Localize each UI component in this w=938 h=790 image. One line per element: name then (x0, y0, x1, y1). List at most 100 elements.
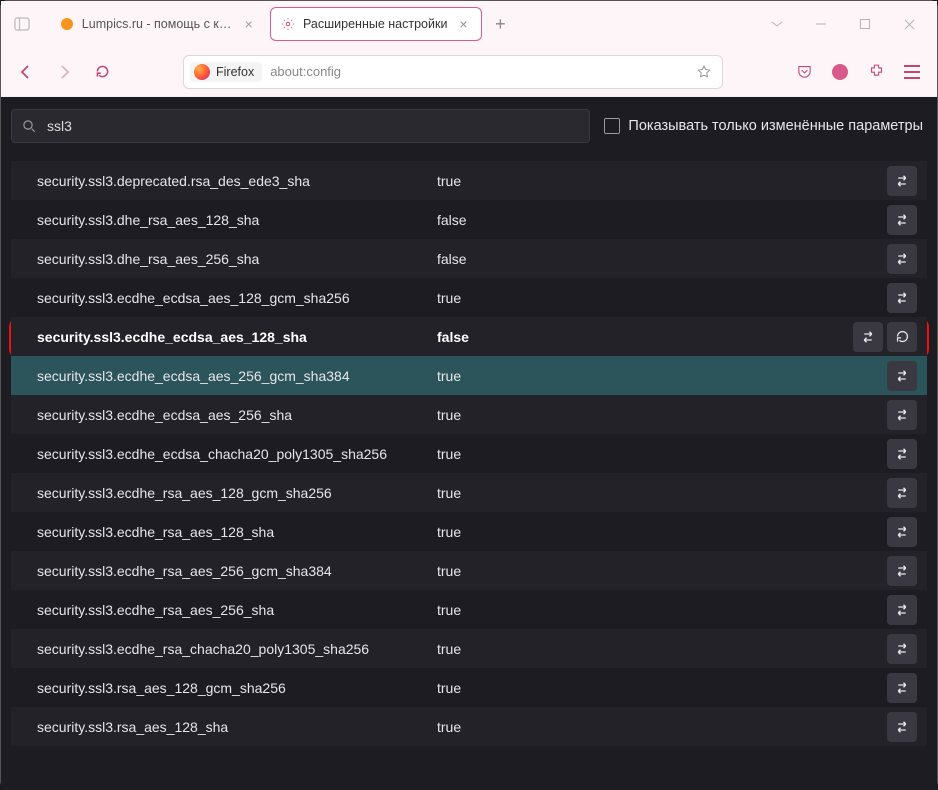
pref-value: true (437, 602, 883, 618)
pref-value: true (437, 524, 883, 540)
tab-config[interactable]: Расширенные настройки × (270, 7, 482, 41)
pref-row[interactable]: security.ssl3.ecdhe_rsa_aes_256_gcm_sha3… (11, 551, 927, 590)
pref-row[interactable]: security.ssl3.dhe_rsa_aes_128_shafalse (11, 200, 927, 239)
search-value: ssl3 (47, 118, 72, 134)
reload-button[interactable] (85, 55, 119, 89)
only-modified-toggle[interactable]: Показывать только изменённые параметры (604, 118, 927, 134)
pref-name: security.ssl3.dhe_rsa_aes_128_sha (37, 212, 437, 228)
pref-name: security.ssl3.ecdhe_ecdsa_aes_256_gcm_sh… (37, 368, 437, 384)
pref-value: true (437, 563, 883, 579)
config-search-input[interactable]: ssl3 (11, 109, 590, 143)
tab-label: Lumpics.ru - помощь с компь (82, 17, 234, 31)
window-minimize-button[interactable] (799, 2, 843, 46)
toggle-button[interactable] (887, 400, 917, 430)
pref-row[interactable]: security.ssl3.dhe_rsa_aes_256_shafalse (11, 239, 927, 278)
pref-name: security.ssl3.ecdhe_ecdsa_aes_128_sha (37, 329, 437, 345)
firefox-badge: Firefox (190, 62, 262, 82)
back-button[interactable] (9, 55, 43, 89)
pref-value: false (437, 329, 849, 345)
toggle-button[interactable] (887, 673, 917, 703)
pref-name: security.ssl3.ecdhe_rsa_chacha20_poly130… (37, 641, 437, 657)
pref-row[interactable]: security.ssl3.ecdhe_rsa_chacha20_poly130… (11, 629, 927, 668)
pref-name: security.ssl3.ecdhe_rsa_aes_128_gcm_sha2… (37, 485, 437, 501)
pref-row[interactable]: security.ssl3.rsa_aes_128_gcm_sha256true (11, 668, 927, 707)
pocket-icon[interactable] (787, 55, 821, 89)
toggle-button[interactable] (887, 634, 917, 664)
pref-name: security.ssl3.rsa_aes_128_gcm_sha256 (37, 680, 437, 696)
window-dropdown-button[interactable] (755, 2, 799, 46)
toggle-button[interactable] (887, 361, 917, 391)
sidebar-toggle-icon[interactable] (7, 9, 37, 39)
window-close-button[interactable] (887, 2, 931, 46)
pref-value: false (437, 251, 883, 267)
pref-name: security.ssl3.deprecated.rsa_des_ede3_sh… (37, 173, 437, 189)
forward-button[interactable] (47, 55, 81, 89)
search-icon (22, 119, 37, 134)
pref-row[interactable]: security.ssl3.ecdhe_ecdsa_aes_256_shatru… (11, 395, 927, 434)
toggle-button[interactable] (887, 517, 917, 547)
titlebar: Lumpics.ru - помощь с компь × Расширенны… (1, 1, 937, 47)
tab-label: Расширенные настройки (303, 17, 447, 31)
toggle-button[interactable] (887, 556, 917, 586)
pref-name: security.ssl3.ecdhe_rsa_aes_256_sha (37, 602, 437, 618)
pref-name: security.ssl3.ecdhe_ecdsa_aes_256_sha (37, 407, 437, 423)
pref-row[interactable]: security.ssl3.ecdhe_rsa_aes_128_shatrue (11, 512, 927, 551)
toolbar-right (787, 55, 929, 89)
peach-favicon-icon (61, 17, 74, 31)
toggle-button[interactable] (887, 283, 917, 313)
pref-row[interactable]: security.ssl3.ecdhe_ecdsa_aes_128_shafal… (11, 317, 927, 356)
pref-name: security.ssl3.rsa_aes_128_sha (37, 719, 437, 735)
pref-value: true (437, 719, 883, 735)
toggle-button[interactable] (887, 244, 917, 274)
toggle-button[interactable] (887, 595, 917, 625)
window-maximize-button[interactable] (843, 2, 887, 46)
firefox-logo-icon (194, 64, 210, 80)
toggle-button[interactable] (853, 322, 883, 352)
pref-row[interactable]: security.ssl3.ecdhe_ecdsa_chacha20_poly1… (11, 434, 927, 473)
only-modified-label: Показывать только изменённые параметры (628, 118, 923, 134)
pref-row[interactable]: security.ssl3.ecdhe_rsa_aes_128_gcm_sha2… (11, 473, 927, 512)
account-badge-icon[interactable] (823, 55, 857, 89)
pref-value: true (437, 407, 883, 423)
menu-icon[interactable] (895, 55, 929, 89)
config-toolbar: ssl3 Показывать только изменённые параме… (11, 109, 927, 143)
toolbar: Firefox about:config (1, 47, 937, 97)
reset-button[interactable] (887, 322, 917, 352)
pref-value: true (437, 368, 883, 384)
bookmark-star-icon[interactable] (694, 62, 714, 82)
pref-value: true (437, 173, 883, 189)
pref-value: true (437, 680, 883, 696)
pref-name: security.ssl3.ecdhe_rsa_aes_128_sha (37, 524, 437, 540)
checkbox-icon (604, 118, 620, 134)
toggle-button[interactable] (887, 166, 917, 196)
pref-name: security.ssl3.ecdhe_ecdsa_chacha20_poly1… (37, 446, 437, 462)
toggle-button[interactable] (887, 439, 917, 469)
tab-lumpics[interactable]: Lumpics.ru - помощь с компь × (51, 7, 266, 41)
pref-value: false (437, 212, 883, 228)
pref-row[interactable]: security.ssl3.ecdhe_rsa_aes_256_shatrue (11, 590, 927, 629)
toggle-button[interactable] (887, 205, 917, 235)
gear-icon (281, 17, 295, 31)
pref-row[interactable]: security.ssl3.rsa_aes_128_shatrue (11, 707, 927, 746)
extensions-icon[interactable] (859, 55, 893, 89)
pref-value: true (437, 290, 883, 306)
pref-row[interactable]: security.ssl3.ecdhe_ecdsa_aes_256_gcm_sh… (11, 356, 927, 395)
close-tab-icon[interactable]: × (241, 16, 256, 32)
pref-name: security.ssl3.ecdhe_rsa_aes_256_gcm_sha3… (37, 563, 437, 579)
toggle-button[interactable] (887, 712, 917, 742)
pref-value: true (437, 485, 883, 501)
pref-row[interactable]: security.ssl3.ecdhe_ecdsa_aes_128_gcm_sh… (11, 278, 927, 317)
pref-list: security.ssl3.deprecated.rsa_des_ede3_sh… (11, 161, 927, 746)
pref-name: security.ssl3.ecdhe_ecdsa_aes_128_gcm_sh… (37, 290, 437, 306)
toggle-button[interactable] (887, 478, 917, 508)
address-bar[interactable]: Firefox about:config (183, 55, 723, 89)
pref-value: true (437, 446, 883, 462)
pref-value: true (437, 641, 883, 657)
pref-row[interactable]: security.ssl3.deprecated.rsa_des_ede3_sh… (11, 161, 927, 200)
about-config: ssl3 Показывать только изменённые параме… (1, 97, 937, 790)
url-text: about:config (270, 64, 341, 79)
brand-label: Firefox (216, 65, 254, 79)
close-tab-icon[interactable]: × (455, 16, 471, 32)
pref-name: security.ssl3.dhe_rsa_aes_256_sha (37, 251, 437, 267)
new-tab-button[interactable]: + (486, 10, 514, 38)
